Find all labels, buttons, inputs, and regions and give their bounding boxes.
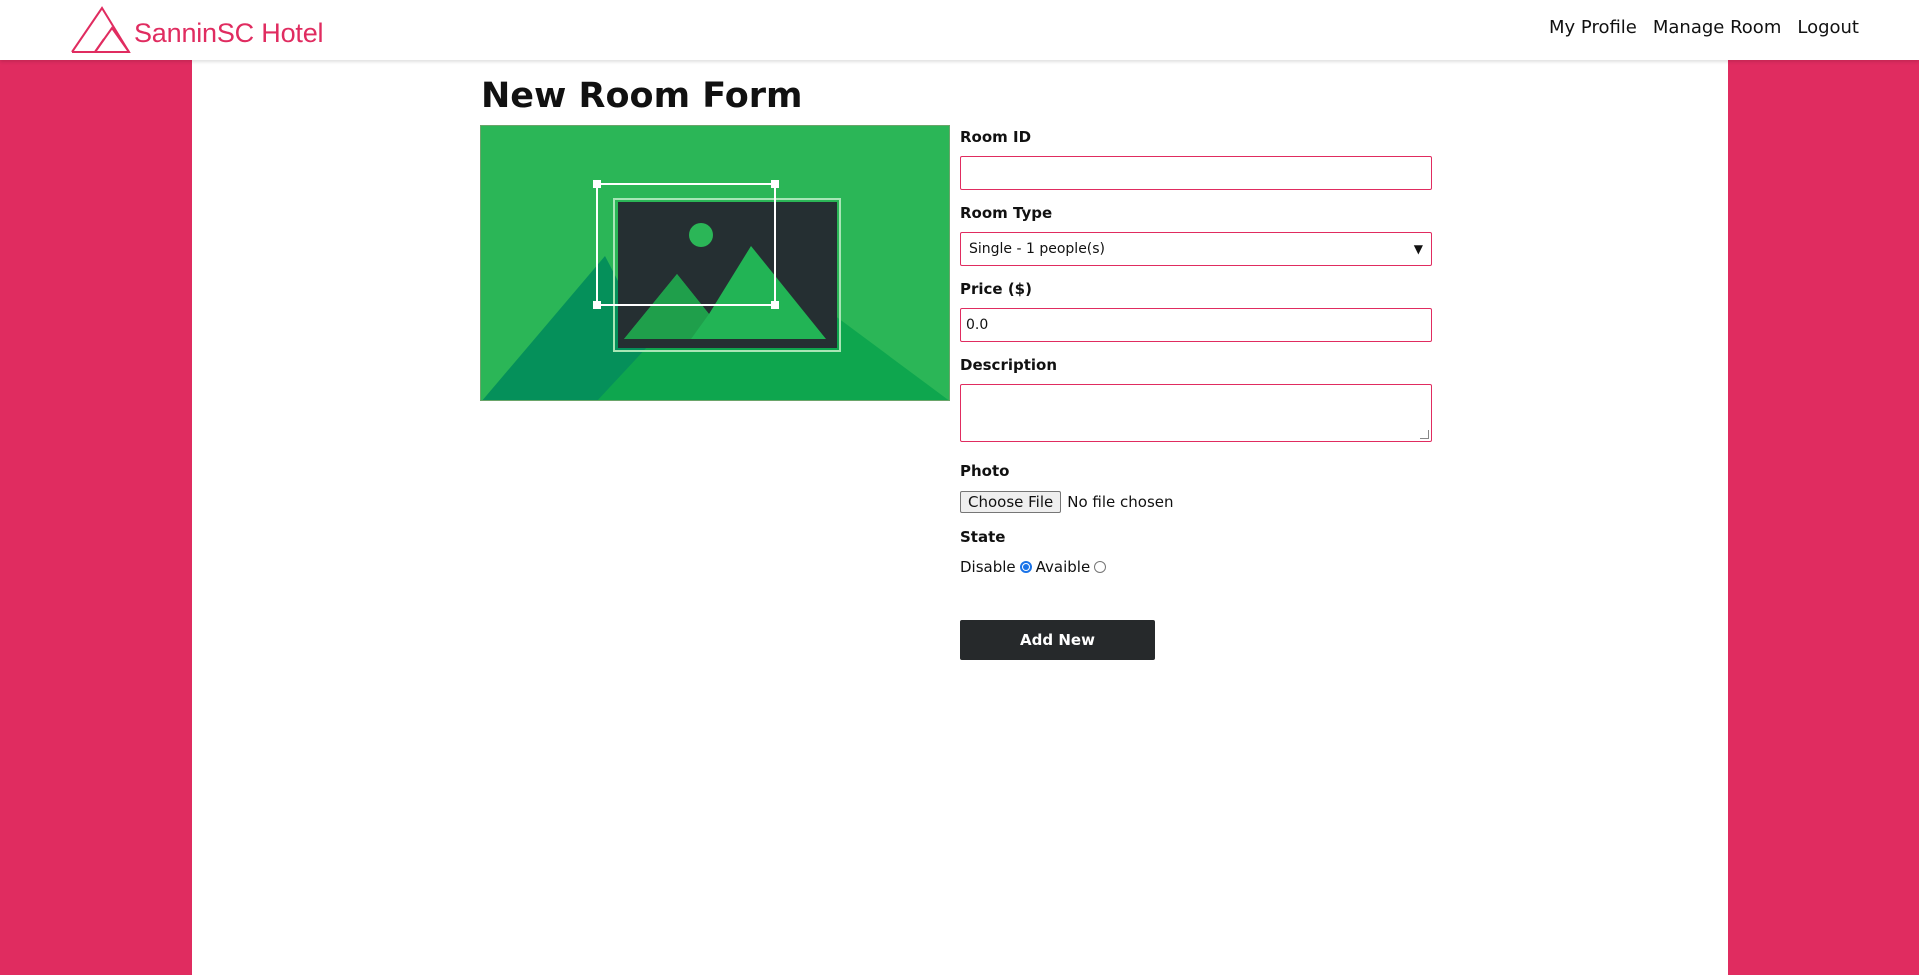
room-id-label: Room ID bbox=[960, 128, 1032, 146]
image-placeholder-icon bbox=[481, 126, 949, 400]
price-input[interactable] bbox=[960, 308, 1432, 342]
choose-file-button[interactable]: Choose File bbox=[960, 491, 1062, 513]
state-disable-radio[interactable] bbox=[1019, 561, 1032, 573]
file-status-text: No file chosen bbox=[1067, 493, 1174, 511]
page-content: New Room Form Room ID Room Type Single -… bbox=[192, 60, 1728, 975]
top-navbar: SanninSC Hotel My Profile Manage Room Lo… bbox=[0, 0, 1919, 60]
price-label: Price ($) bbox=[960, 280, 1032, 298]
room-id-input[interactable] bbox=[960, 156, 1432, 190]
nav-my-profile[interactable]: My Profile bbox=[1549, 17, 1637, 38]
description-textarea[interactable] bbox=[960, 384, 1432, 442]
state-radio-group: Disable Avaible bbox=[960, 556, 1432, 578]
nav-logout[interactable]: Logout bbox=[1797, 17, 1859, 38]
description-label: Description bbox=[960, 356, 1058, 374]
new-room-form: Room ID Room Type Single - 1 people(s) ▼… bbox=[960, 128, 1432, 660]
page-title: New Room Form bbox=[481, 76, 803, 116]
room-type-selected: Single - 1 people(s) bbox=[969, 241, 1106, 257]
state-label: State bbox=[960, 528, 1006, 546]
brand-name: SanninSC Hotel bbox=[134, 17, 324, 48]
brand-logo[interactable]: SanninSC Hotel bbox=[71, 4, 324, 54]
nav-manage-room[interactable]: Manage Room bbox=[1653, 17, 1781, 38]
room-type-label: Room Type bbox=[960, 204, 1053, 222]
room-photo-preview bbox=[480, 125, 950, 401]
add-new-button[interactable]: Add New bbox=[960, 620, 1155, 660]
state-avaible-label: Avaible bbox=[1035, 558, 1091, 576]
room-type-select[interactable]: Single - 1 people(s) ▼ bbox=[960, 232, 1432, 266]
photo-label: Photo bbox=[960, 462, 1010, 480]
state-disable-label: Disable bbox=[960, 558, 1016, 576]
main-nav: My Profile Manage Room Logout bbox=[1549, 17, 1859, 38]
state-avaible-radio[interactable] bbox=[1094, 561, 1107, 573]
resize-handle-icon[interactable] bbox=[1420, 430, 1429, 439]
mountain-logo-icon bbox=[71, 6, 131, 53]
chevron-down-icon: ▼ bbox=[1413, 242, 1423, 256]
photo-file-input: Choose File No file chosen bbox=[960, 490, 1432, 514]
